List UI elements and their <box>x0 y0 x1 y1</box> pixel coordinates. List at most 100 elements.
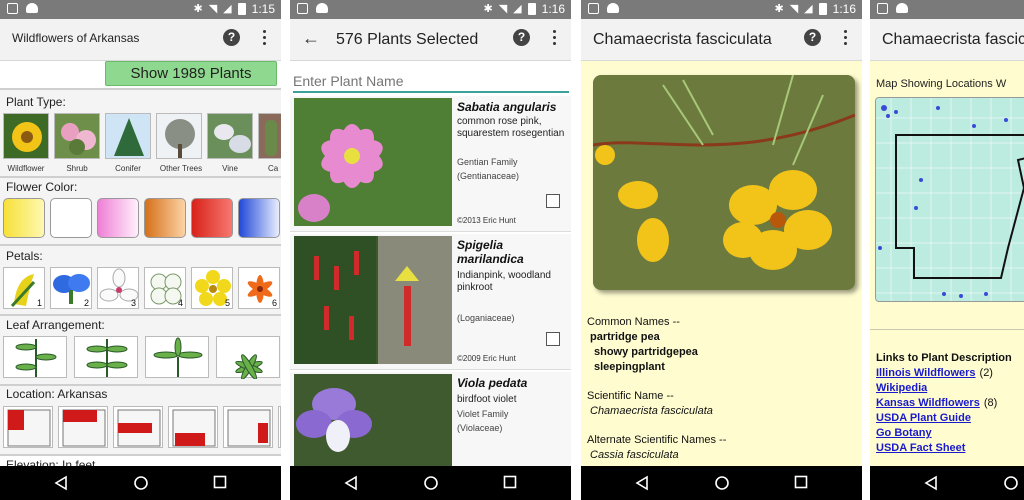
cactus-icon <box>265 120 277 156</box>
link-label[interactable]: Wikipedia <box>876 382 927 394</box>
location-option-south[interactable] <box>168 406 218 448</box>
link-label[interactable]: USDA Fact Sheet <box>876 442 965 454</box>
more-options-icon[interactable] <box>553 30 557 46</box>
plant-type-shrub[interactable] <box>54 113 100 159</box>
plant-scientific-name: Viola pedata <box>457 376 528 390</box>
location-option-more[interactable] <box>278 406 281 448</box>
nav-home-icon[interactable] <box>1003 475 1019 491</box>
nav-back-icon[interactable] <box>344 475 358 491</box>
leaf-option-alternate[interactable] <box>3 336 67 378</box>
plant-name-search-input[interactable] <box>293 71 569 93</box>
alternate-name: Cassia fasciculata <box>590 449 679 461</box>
show-plants-button[interactable]: Show 1989 Plants <box>105 61 277 86</box>
nav-back-icon[interactable] <box>54 475 68 491</box>
petal-option-4[interactable]: 4 <box>144 267 186 309</box>
plant-type-conifer[interactable] <box>105 113 151 159</box>
opposite-leaves-icon <box>86 339 128 377</box>
plant-type-wildflower[interactable] <box>3 113 49 159</box>
leaf-option-basal[interactable] <box>216 336 280 380</box>
plant-scientific-name: Sabatia angularis <box>457 100 557 114</box>
color-swatch-pink[interactable] <box>97 198 139 238</box>
list-item[interactable]: Sabatia angularis common rose pink, squa… <box>290 96 571 232</box>
leaf-option-whorled[interactable] <box>145 336 209 378</box>
alternate-leaves-icon <box>15 339 57 377</box>
more-options-icon[interactable] <box>263 30 267 46</box>
android-notification-icon <box>896 3 908 13</box>
plant-common-name: birdfoot violet <box>457 394 517 405</box>
link-usda-plant-guide[interactable]: USDA Plant Guide <box>876 412 971 424</box>
nav-recents-icon[interactable] <box>213 475 227 489</box>
detail-content: Map Showing Locations W Links to Plant D… <box>870 61 1024 466</box>
link-go-botany[interactable]: Go Botany <box>876 427 932 439</box>
select-checkbox[interactable] <box>546 194 560 208</box>
plant-common-name: Indianpink, woodland pinkroot <box>457 270 551 293</box>
battery-icon <box>527 3 536 15</box>
more-options-icon[interactable] <box>844 30 848 46</box>
link-label[interactable]: Kansas Wildflowers <box>876 397 980 409</box>
image-notification-icon <box>588 3 599 14</box>
link-label[interactable]: Go Botany <box>876 427 932 439</box>
petal-option-2[interactable]: 2 <box>50 267 92 309</box>
nav-back-icon[interactable] <box>924 475 938 491</box>
location-option-central[interactable] <box>113 406 163 448</box>
color-swatch-white[interactable] <box>50 198 92 238</box>
tree-icon <box>165 119 195 158</box>
location-option-northwest[interactable] <box>3 406 53 448</box>
distribution-map[interactable] <box>875 97 1024 302</box>
plant-type-caption: Conifer <box>115 164 141 173</box>
petal-option-3[interactable]: 3 <box>97 267 139 309</box>
petal-option-1[interactable]: 1 <box>3 267 45 309</box>
scientific-name-label: Scientific Name -- <box>587 390 674 402</box>
color-swatch-yellow[interactable] <box>3 198 45 238</box>
map-caption: Map Showing Locations W <box>876 78 1007 90</box>
petal-number: 1 <box>36 298 42 308</box>
leaf-arrangement-label: Leaf Arrangement: <box>6 318 105 332</box>
link-count: (8) <box>983 397 998 409</box>
nav-home-icon[interactable] <box>714 475 730 491</box>
screen-plant-detail: ✱ ◥ ◢ 1:16 Chamaecrista fasciculata ? Co… <box>581 0 862 500</box>
nav-recents-icon[interactable] <box>794 475 808 489</box>
app-bar: Chamaecrista fascic <box>870 19 1024 61</box>
color-swatch-blue[interactable] <box>238 198 280 238</box>
plant-type-vine[interactable] <box>207 113 253 159</box>
list-item[interactable]: Spigelia marilandica Indianpink, woodlan… <box>290 234 571 370</box>
location-option-north[interactable] <box>58 406 108 448</box>
leaf-option-opposite[interactable] <box>74 336 138 378</box>
color-swatch-orange[interactable] <box>144 198 186 238</box>
help-icon[interactable]: ? <box>513 29 530 46</box>
bluetooth-icon: ✱ <box>193 3 203 15</box>
link-usda-fact-sheet[interactable]: USDA Fact Sheet <box>876 442 965 454</box>
bluetooth-icon: ✱ <box>774 3 784 15</box>
plant-photo[interactable] <box>593 75 855 290</box>
link-wikipedia[interactable]: Wikipedia <box>876 382 927 394</box>
plant-photo <box>294 236 452 364</box>
nav-back-icon[interactable] <box>635 475 649 491</box>
screen-filter: ✱ ◥ ◢ 1:15 Wildflowers of Arkansas ? Sho… <box>0 0 281 500</box>
list-item[interactable]: Viola pedata birdfoot violet Violet Fami… <box>290 372 571 466</box>
petals-label: Petals: <box>6 249 43 263</box>
color-swatch-red[interactable] <box>191 198 233 238</box>
plant-type-other-trees[interactable] <box>156 113 202 159</box>
link-kansas-wildflowers[interactable]: Kansas Wildflowers (8) <box>876 397 997 409</box>
system-nav-bar <box>0 466 281 500</box>
plant-type-caption: Shrub <box>66 164 88 173</box>
link-label[interactable]: Illinois Wildflowers <box>876 367 976 379</box>
location-option-east[interactable] <box>223 406 273 448</box>
link-count: (2) <box>979 367 993 379</box>
link-illinois-wildflowers[interactable]: Illinois Wildflowers (2) <box>876 367 993 379</box>
help-icon[interactable]: ? <box>223 29 240 46</box>
petal-option-6[interactable]: 6 <box>238 267 280 309</box>
petal-option-5[interactable]: 5 <box>191 267 233 309</box>
nav-home-icon[interactable] <box>423 475 439 491</box>
shrub-icon <box>61 123 96 155</box>
nav-home-icon[interactable] <box>133 475 149 491</box>
links-heading: Links to Plant Description <box>876 352 1012 364</box>
plant-type-ca[interactable] <box>258 113 281 159</box>
select-checkbox[interactable] <box>546 332 560 346</box>
link-label[interactable]: USDA Plant Guide <box>876 412 971 424</box>
detail-content: Common Names -- partridge pea showy part… <box>581 61 862 466</box>
back-arrow-icon[interactable]: ← <box>302 29 320 47</box>
nav-recents-icon[interactable] <box>503 475 517 489</box>
help-icon[interactable]: ? <box>804 29 821 46</box>
wifi-icon: ◥ <box>208 3 218 15</box>
